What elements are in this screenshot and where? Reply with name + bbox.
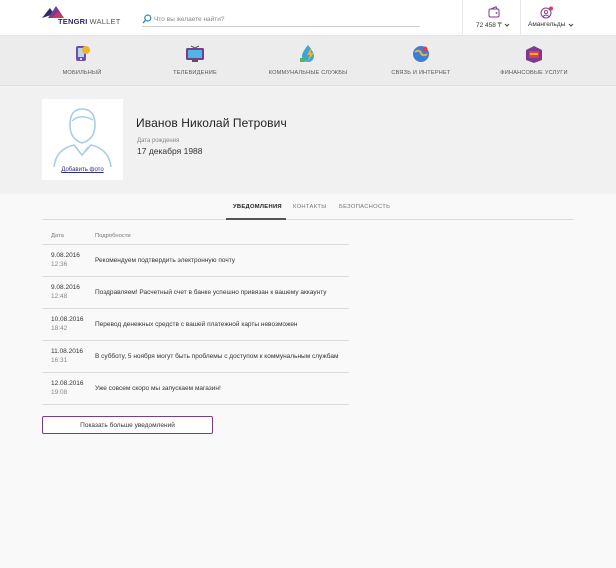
table-row[interactable]: 9.08.2016 12:36 Рекомендуем подтвердить … bbox=[42, 245, 349, 277]
row-date: 12.08.2016 bbox=[51, 380, 84, 387]
chevron-down-icon[interactable] bbox=[504, 22, 510, 28]
row-time: 18:42 bbox=[51, 325, 68, 332]
row-message: Рекомендуем подтвердить электронную почт… bbox=[95, 257, 236, 264]
table-row[interactable]: 10.08.2016 18:42 Перевод денежных средст… bbox=[42, 309, 349, 341]
utilities-icon bbox=[300, 45, 314, 62]
user-menu[interactable]: Амангельды bbox=[525, 6, 577, 30]
logo-suffix: WALLET bbox=[89, 17, 121, 26]
active-tab-indicator bbox=[226, 218, 286, 220]
dob-value: 17 декабря 1988 bbox=[137, 146, 203, 156]
tab-notifications[interactable]: УВЕДОМЛЕНИЯ bbox=[233, 204, 282, 210]
row-time: 12:36 bbox=[51, 261, 68, 268]
category-tv[interactable]: ТЕЛЕВИДЕНИЕ bbox=[145, 42, 245, 82]
category-utilities[interactable]: КОММУНАЛЬНЫЕ СЛУЖБЫ bbox=[258, 42, 358, 82]
tab-contacts[interactable]: КОНТАКТЫ bbox=[293, 204, 327, 210]
table-header: Дата Подробности bbox=[42, 228, 349, 245]
mobile-icon bbox=[76, 46, 90, 61]
category-nav: МОБИЛЬНЫЙ ТЕЛЕВИДЕНИЕ КОММУНАЛЬНЫЕ СЛУЖБ… bbox=[0, 36, 616, 86]
finance-icon bbox=[526, 46, 542, 63]
row-date: 9.08.2016 bbox=[51, 252, 80, 259]
notification-dot bbox=[549, 6, 553, 11]
row-message: В субботу, 5 ноября могут быть проблемы … bbox=[95, 353, 339, 360]
column-header-date: Дата bbox=[51, 233, 64, 239]
chevron-down-icon[interactable] bbox=[568, 22, 574, 28]
user-avatar-icon bbox=[540, 6, 553, 19]
tengri-wallet-logo[interactable]: TENGRI WALLET bbox=[42, 6, 122, 28]
category-finance[interactable]: ФИНАНСОВЫЕ УСЛУГИ bbox=[484, 42, 584, 82]
search-bar bbox=[142, 13, 420, 27]
balance-widget[interactable]: 72 458 ₸ bbox=[472, 6, 514, 30]
profile-section: Добавить фото Иванов Николай Петрович Да… bbox=[0, 86, 616, 194]
balance-amount: 72 458 ₸ bbox=[476, 22, 502, 29]
show-more-notifications-button[interactable]: Показать больше уведомлений bbox=[42, 416, 213, 434]
row-message: Уже совсем скоро мы запускаем магазин! bbox=[95, 385, 221, 392]
user-placeholder-icon bbox=[53, 108, 112, 167]
profile-tabs: УВЕДОМЛЕНИЯ КОНТАКТЫ БЕЗОПАСНОСТЬ bbox=[42, 194, 574, 220]
row-message: Поздравляем! Расчетный счет в банке успе… bbox=[95, 289, 327, 296]
row-message: Перевод денежных средств с вашей платежн… bbox=[95, 321, 298, 328]
search-input[interactable] bbox=[154, 13, 418, 25]
wallet-icon bbox=[488, 6, 500, 18]
table-row[interactable]: 12.08.2016 19:08 Уже совсем скоро мы зап… bbox=[42, 373, 349, 405]
row-date: 9.08.2016 bbox=[51, 284, 80, 291]
row-date: 10.08.2016 bbox=[51, 316, 84, 323]
row-time: 16:31 bbox=[51, 357, 68, 364]
category-label: ФИНАНСОВЫЕ УСЛУГИ bbox=[500, 70, 568, 76]
category-label: МОБИЛЬНЫЙ bbox=[62, 70, 102, 76]
table-row[interactable]: 11.08.2016 16:31 В субботу, 5 ноября мог… bbox=[42, 341, 349, 373]
logo-text: TENGRI WALLET bbox=[58, 17, 120, 26]
row-date: 11.08.2016 bbox=[51, 348, 84, 355]
logo-brand: TENGRI bbox=[58, 17, 88, 26]
row-time: 19:08 bbox=[51, 389, 68, 396]
column-header-details: Подробности bbox=[95, 233, 131, 239]
username: Амангельды bbox=[528, 21, 566, 28]
notifications-table: Дата Подробности 9.08.2016 12:36 Рекомен… bbox=[42, 228, 349, 405]
category-mobile[interactable]: МОБИЛЬНЫЙ bbox=[32, 42, 132, 82]
header-divider bbox=[520, 0, 521, 36]
tv-icon bbox=[186, 45, 204, 62]
search-icon[interactable] bbox=[142, 14, 152, 24]
header-divider bbox=[462, 0, 463, 36]
category-internet[interactable]: СВЯЗЬ И ИНТЕРНЕТ bbox=[371, 42, 471, 82]
top-header: TENGRIWALLET 72 458 ₸ Амангельды bbox=[0, 0, 616, 36]
dob-label: Дата рождения bbox=[137, 138, 180, 144]
category-label: КОММУНАЛЬНЫЕ СЛУЖБЫ bbox=[268, 70, 348, 76]
add-photo-link[interactable]: Добавить фото bbox=[42, 167, 123, 173]
tab-security[interactable]: БЕЗОПАСНОСТЬ bbox=[339, 204, 390, 210]
avatar[interactable]: Добавить фото bbox=[42, 99, 123, 180]
table-row[interactable]: 9.08.2016 12:48 Поздравляем! Расчетный с… bbox=[42, 277, 349, 309]
category-label: ТЕЛЕВИДЕНИЕ bbox=[173, 70, 217, 76]
category-label: СВЯЗЬ И ИНТЕРНЕТ bbox=[391, 70, 451, 76]
row-time: 12:48 bbox=[51, 293, 68, 300]
profile-name: Иванов Николай Петрович bbox=[136, 116, 287, 130]
internet-icon bbox=[413, 46, 429, 62]
